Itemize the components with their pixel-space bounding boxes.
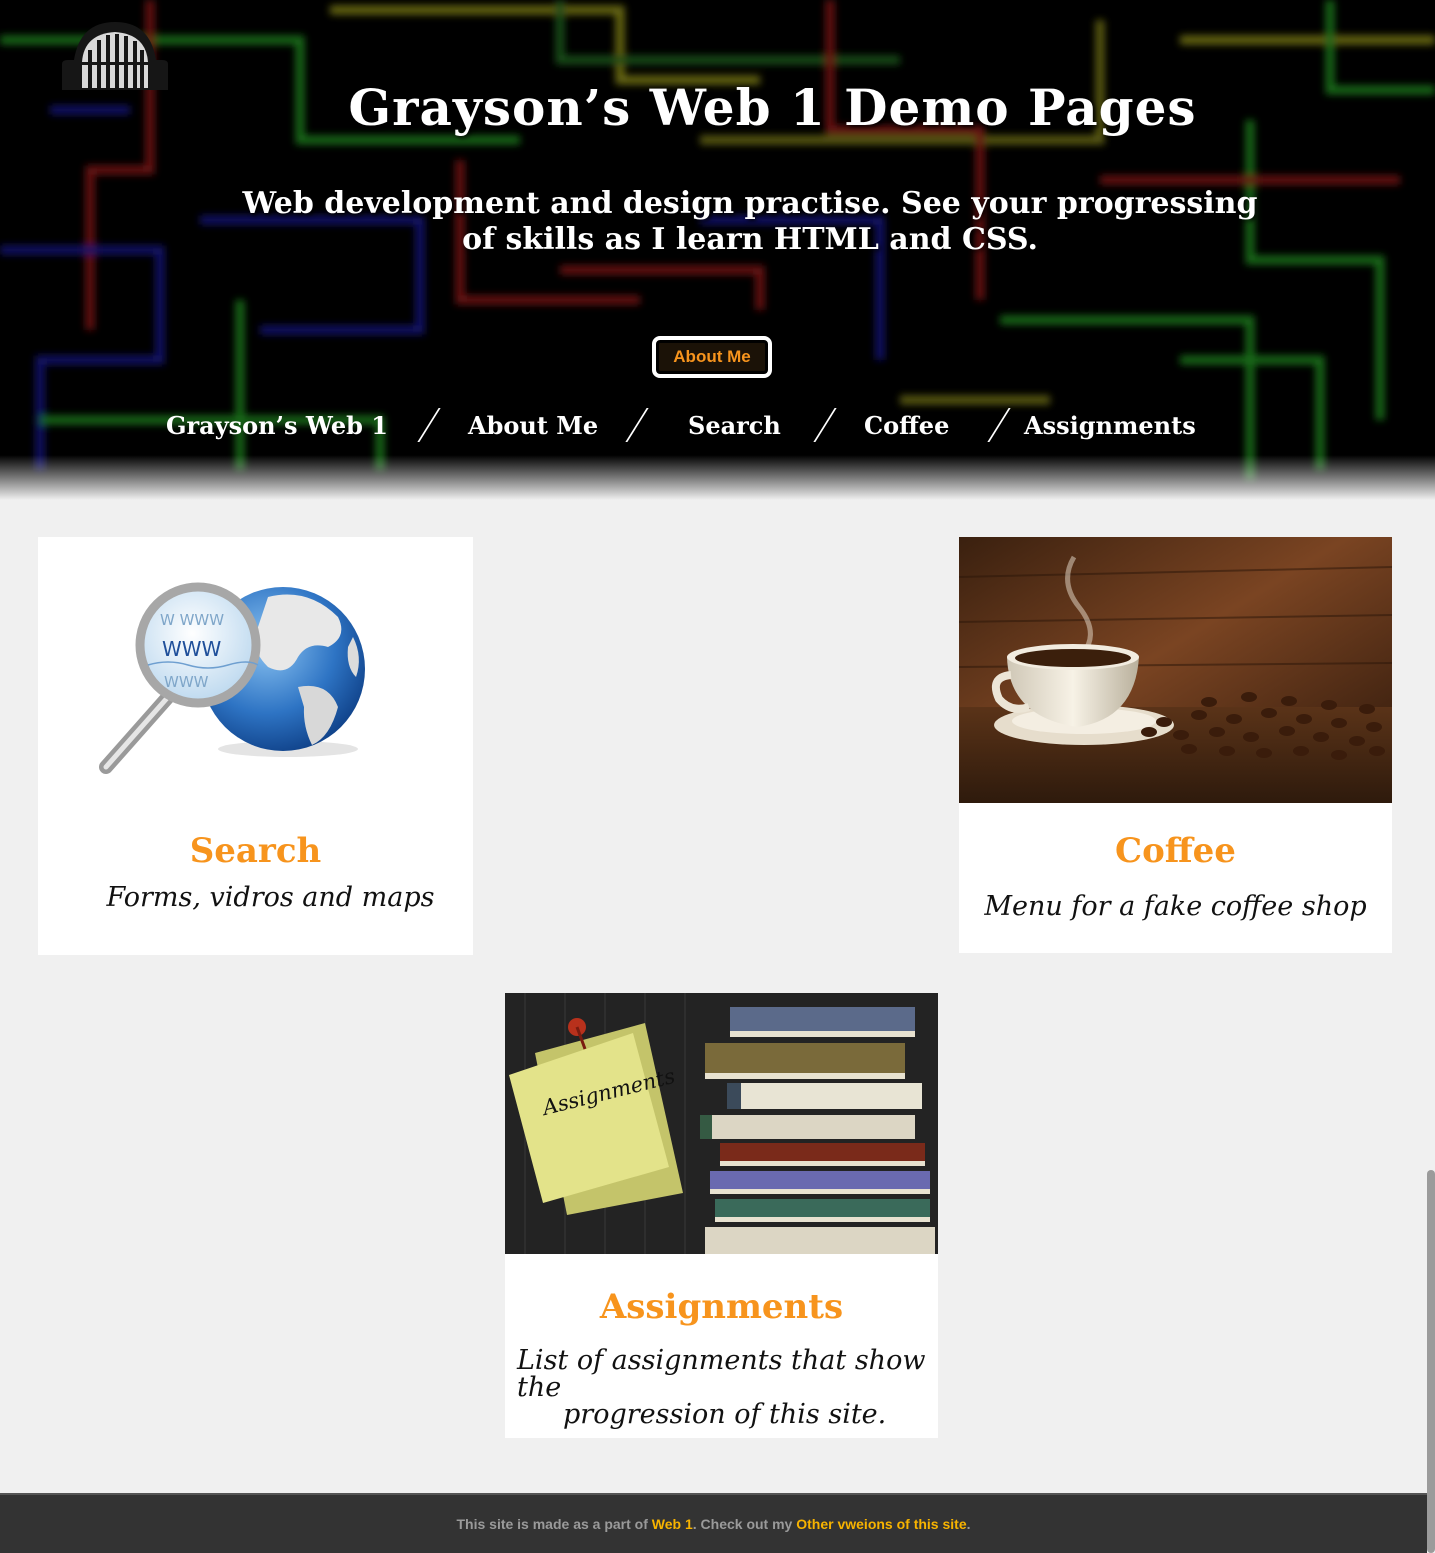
nav-item-coffee[interactable]: Coffee — [864, 404, 949, 448]
assignments-card[interactable]: Assignments Assignments List of assignme… — [505, 993, 938, 1438]
nav-separator — [813, 408, 837, 442]
coffee-card-description: Menu for a fake coffee shop — [984, 891, 1367, 922]
search-card-description: Forms, vidros and maps — [106, 882, 435, 913]
footer-text: . — [966, 1516, 971, 1532]
search-card-title[interactable]: Search — [38, 831, 473, 871]
coffee-cup-photo — [959, 537, 1392, 803]
assignments-desc-line-1: List of assignments that show the — [517, 1345, 926, 1403]
globe-magnifier-icon: W WWW WWW WWW — [99, 582, 365, 774]
nav-separator — [625, 408, 649, 442]
hero-fade — [0, 455, 1435, 500]
footer-text: . Check out my — [692, 1516, 797, 1532]
svg-text:W WWW: W WWW — [160, 611, 224, 629]
site-title: Grayson’s Web 1 Demo Pages — [348, 78, 1197, 137]
footer-text: This site is made as a part of — [456, 1516, 652, 1532]
footer-web1-link[interactable]: Web 1 — [652, 1516, 693, 1532]
hero-header: Grayson’s Web 1 Demo Pages Web developme… — [0, 0, 1435, 500]
assignments-desc-line-2: progression of this site. — [563, 1399, 887, 1430]
tagline-line-1: Web development and design practise. See… — [242, 186, 1258, 221]
nav-item-home[interactable]: Grayson’s Web 1 — [166, 404, 388, 448]
search-card[interactable]: W WWW WWW WWW Search Forms, vidros and m… — [38, 537, 473, 955]
nav-item-assignments[interactable]: Assignments — [1024, 404, 1196, 448]
nav-separator — [417, 408, 441, 442]
assignments-card-title[interactable]: Assignments — [505, 1287, 938, 1327]
svg-text:WWW: WWW — [162, 637, 222, 661]
nav-item-about-me[interactable]: About Me — [468, 404, 598, 448]
main-nav: Grayson’s Web 1 About Me Search Coffee A… — [0, 404, 1435, 448]
about-me-button[interactable]: About Me — [652, 336, 772, 378]
site-footer: This site is made as a part of Web 1. Ch… — [0, 1493, 1427, 1553]
coffee-card-title[interactable]: Coffee — [959, 831, 1392, 871]
nav-item-search[interactable]: Search — [688, 404, 781, 448]
footer-other-versions-link[interactable]: Other vweions of this site — [796, 1516, 966, 1532]
assignments-books-photo: Assignments — [505, 993, 938, 1254]
coffee-card[interactable]: Coffee Menu for a fake coffee shop — [959, 537, 1392, 953]
site-tagline: Web development and design practise. See… — [200, 186, 1300, 258]
tagline-line-2: of skills as I learn HTML and CSS. — [462, 222, 1038, 257]
svg-text:WWW: WWW — [164, 673, 209, 691]
nav-separator — [987, 408, 1011, 442]
assignments-card-description: List of assignments that show the progre… — [505, 1347, 938, 1428]
scrollbar-thumb[interactable] — [1427, 1170, 1435, 1553]
